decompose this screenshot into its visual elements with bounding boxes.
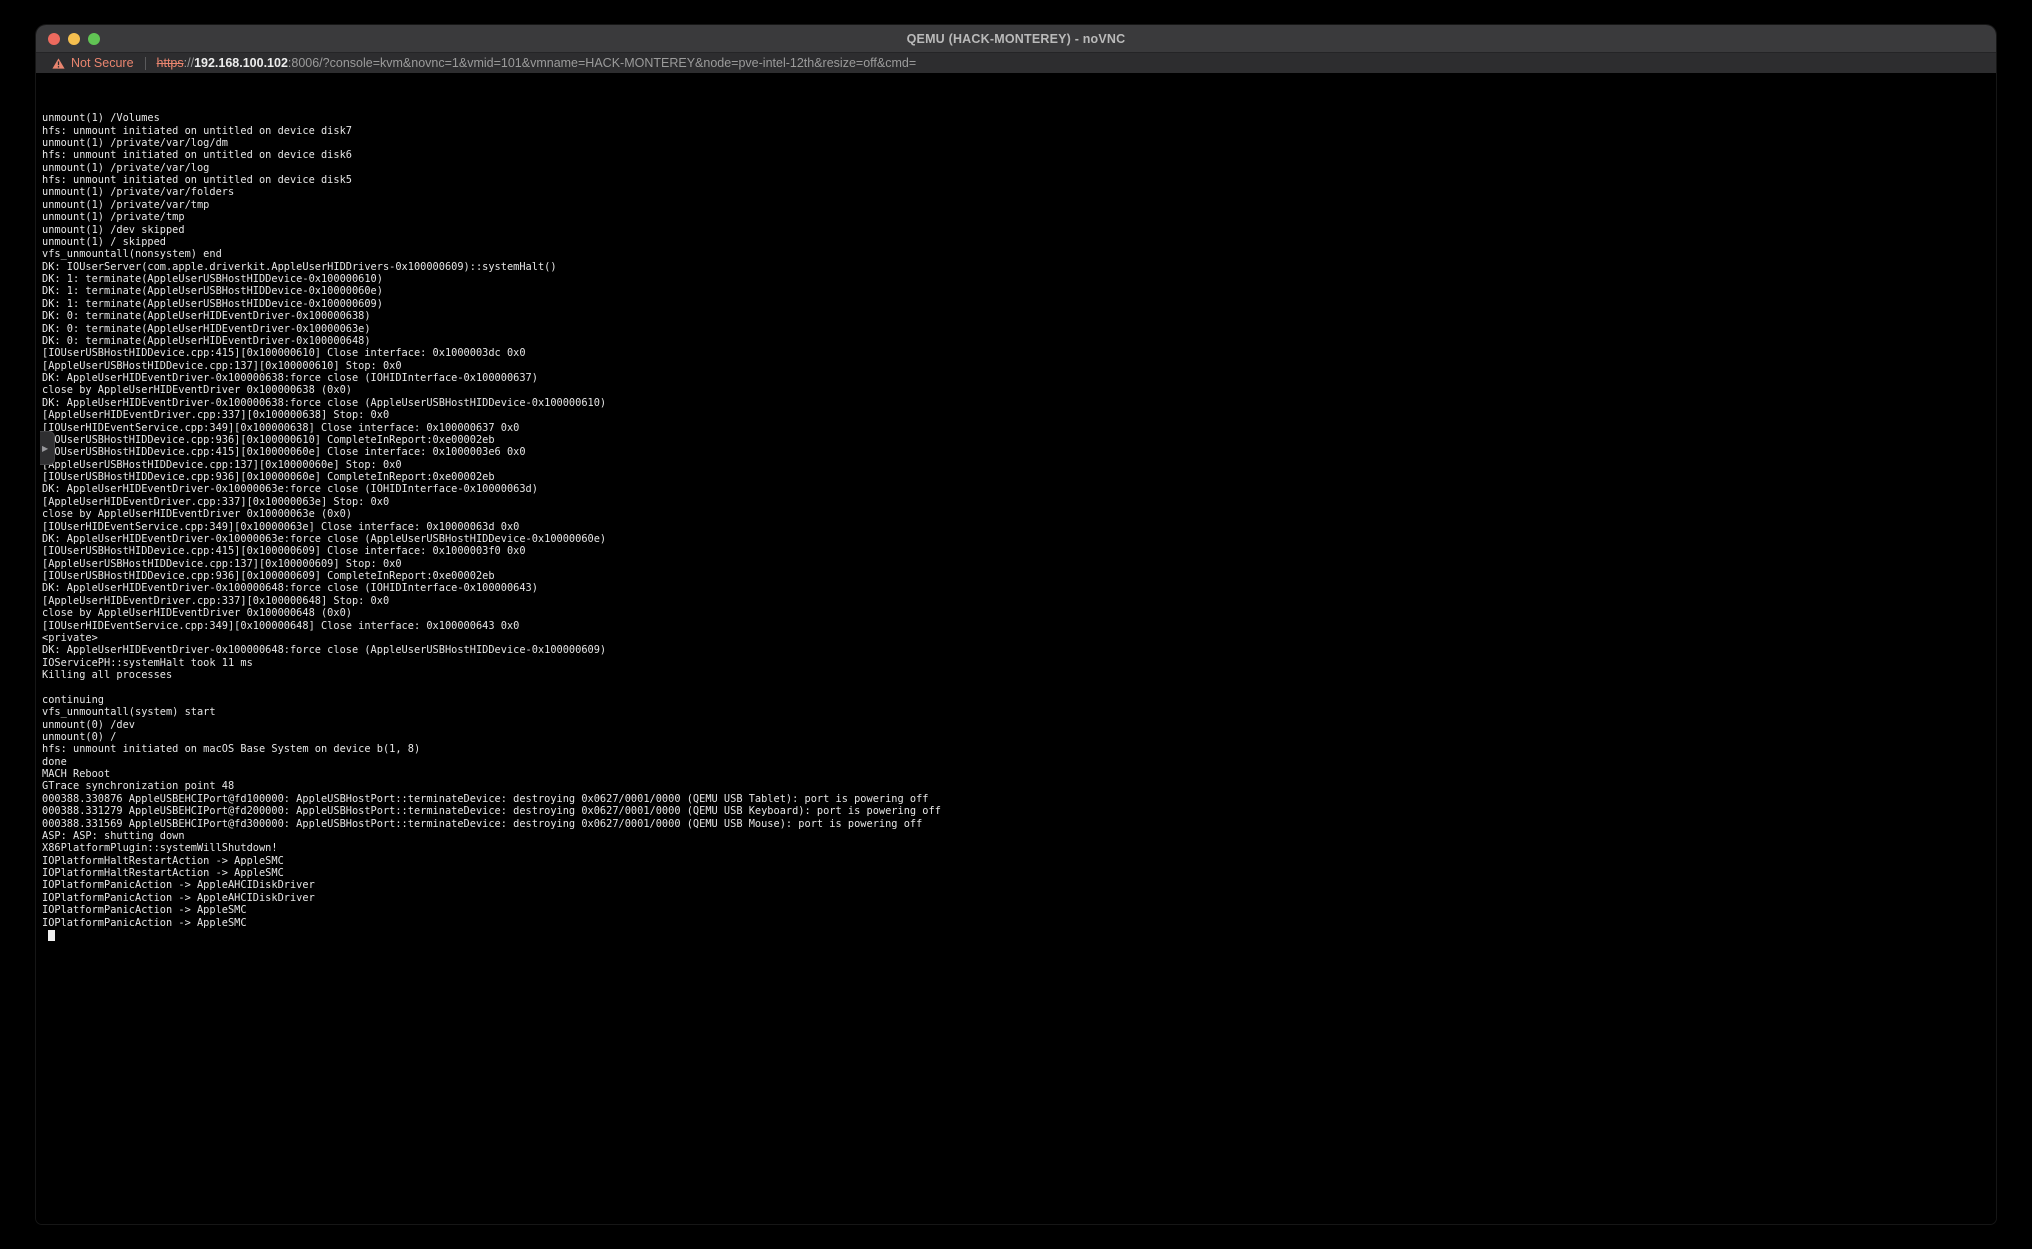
minimize-button[interactable] xyxy=(68,33,80,45)
terminal-line: hfs: unmount initiated on untitled on de… xyxy=(42,125,1996,137)
terminal-line: unmount(1) /private/var/log/dm xyxy=(42,137,1996,149)
terminal-line: [IOUserHIDEventService.cpp:349][0x100000… xyxy=(42,422,1996,434)
terminal-line: 000388.331569 AppleUSBEHCIPort@fd300000:… xyxy=(42,818,1996,830)
url-separator: :// xyxy=(184,56,194,70)
url-path: :8006/?console=kvm&novnc=1&vmid=101&vmna… xyxy=(288,56,916,70)
terminal-line: DK: 1: terminate(AppleUserUSBHostHIDDevi… xyxy=(42,285,1996,297)
title-bar: QEMU (HACK-MONTEREY) - noVNC xyxy=(36,25,1996,52)
terminal-line: [IOUserUSBHostHIDDevice.cpp:415][0x10000… xyxy=(42,545,1996,557)
terminal-line: DK: IOUserServer(com.apple.driverkit.App… xyxy=(42,261,1996,273)
url-scheme: https xyxy=(157,56,184,70)
terminal-line: unmount(1) /Volumes xyxy=(42,112,1996,124)
terminal-line: DK: 0: terminate(AppleUserHIDEventDriver… xyxy=(42,323,1996,335)
terminal-line: hfs: unmount initiated on macOS Base Sys… xyxy=(42,743,1996,755)
traffic-lights xyxy=(36,33,100,45)
terminal-line: [AppleUserUSBHostHIDDevice.cpp:137][0x10… xyxy=(42,459,1996,471)
address-bar: Not Secure https :// 192.168.100.102 :80… xyxy=(36,52,1996,73)
terminal-line: [IOUserUSBHostHIDDevice.cpp:936][0x10000… xyxy=(42,471,1996,483)
terminal-line: close by AppleUserHIDEventDriver 0x10000… xyxy=(42,607,1996,619)
terminal-line: [AppleUserHIDEventDriver.cpp:337][0x1000… xyxy=(42,595,1996,607)
terminal-line: close by AppleUserHIDEventDriver 0x10000… xyxy=(42,508,1996,520)
terminal-line: unmount(0) /dev xyxy=(42,719,1996,731)
terminal-line: unmount(1) /private/var/log xyxy=(42,162,1996,174)
terminal-line: [IOUserUSBHostHIDDevice.cpp:936][0x10000… xyxy=(42,434,1996,446)
terminal-line: IOPlatformHaltRestartAction -> AppleSMC xyxy=(42,855,1996,867)
terminal-line: unmount(1) /private/tmp xyxy=(42,211,1996,223)
not-secure-label[interactable]: Not Secure xyxy=(71,56,134,70)
terminal-line: IOPlatformHaltRestartAction -> AppleSMC xyxy=(42,867,1996,879)
terminal-line: [IOUserUSBHostHIDDevice.cpp:415][0x10000… xyxy=(42,446,1996,458)
terminal-line: unmount(1) /dev skipped xyxy=(42,224,1996,236)
terminal-line: hfs: unmount initiated on untitled on de… xyxy=(42,149,1996,161)
chevron-right-icon: ▶ xyxy=(42,444,48,453)
terminal-cursor xyxy=(48,930,55,941)
terminal-line: MACH Reboot xyxy=(42,768,1996,780)
terminal-line: GTrace synchronization point 48 xyxy=(42,780,1996,792)
terminal-line: done xyxy=(42,756,1996,768)
novnc-control-bar-handle[interactable]: ▶ xyxy=(40,431,55,465)
terminal-line: hfs: unmount initiated on untitled on de… xyxy=(42,174,1996,186)
terminal-line: DK: AppleUserHIDEventDriver-0x10000063e:… xyxy=(42,483,1996,495)
terminal-line: continuing xyxy=(42,694,1996,706)
terminal-line: DK: AppleUserHIDEventDriver-0x100000638:… xyxy=(42,397,1996,409)
terminal-line: [IOUserHIDEventService.cpp:349][0x100000… xyxy=(42,620,1996,632)
terminal-line: [IOUserUSBHostHIDDevice.cpp:936][0x10000… xyxy=(42,570,1996,582)
terminal-line: [IOUserHIDEventService.cpp:349][0x100000… xyxy=(42,521,1996,533)
terminal-line: [AppleUserHIDEventDriver.cpp:337][0x1000… xyxy=(42,409,1996,421)
terminal-line: DK: 0: terminate(AppleUserHIDEventDriver… xyxy=(42,310,1996,322)
terminal-line: 000388.331279 AppleUSBEHCIPort@fd200000:… xyxy=(42,805,1996,817)
url-field[interactable]: https :// 192.168.100.102 :8006/?console… xyxy=(157,56,917,70)
terminal-line: vfs_unmountall(system) start xyxy=(42,706,1996,718)
terminal-line: unmount(1) /private/var/tmp xyxy=(42,199,1996,211)
browser-window: QEMU (HACK-MONTEREY) - noVNC Not Secure … xyxy=(36,25,1996,1224)
terminal-line: IOServicePH::systemHalt took 11 ms xyxy=(42,657,1996,669)
terminal-line: IOPlatformPanicAction -> AppleSMC xyxy=(42,917,1996,929)
terminal-line: [AppleUserUSBHostHIDDevice.cpp:137][0x10… xyxy=(42,558,1996,570)
terminal-line: unmount(1) /private/var/folders xyxy=(42,186,1996,198)
terminal-line: [AppleUserHIDEventDriver.cpp:337][0x1000… xyxy=(42,496,1996,508)
terminal-line: Killing all processes xyxy=(42,669,1996,681)
terminal-line: <private> xyxy=(42,632,1996,644)
terminal-line: IOPlatformPanicAction -> AppleAHCIDiskDr… xyxy=(42,892,1996,904)
terminal-line: unmount(1) / skipped xyxy=(42,236,1996,248)
terminal-line: [AppleUserUSBHostHIDDevice.cpp:137][0x10… xyxy=(42,360,1996,372)
close-button[interactable] xyxy=(48,33,60,45)
terminal-line: DK: AppleUserHIDEventDriver-0x100000648:… xyxy=(42,644,1996,656)
terminal-line: IOPlatformPanicAction -> AppleAHCIDiskDr… xyxy=(42,879,1996,891)
terminal-output: unmount(1) /Volumeshfs: unmount initiate… xyxy=(36,73,1996,966)
terminal-line: ASP: ASP: shutting down xyxy=(42,830,1996,842)
warning-icon[interactable] xyxy=(52,58,65,69)
terminal-line: vfs_unmountall(nonsystem) end xyxy=(42,248,1996,260)
terminal-line: DK: AppleUserHIDEventDriver-0x100000648:… xyxy=(42,582,1996,594)
terminal-line: close by AppleUserHIDEventDriver 0x10000… xyxy=(42,384,1996,396)
vnc-viewport[interactable]: unmount(1) /Volumeshfs: unmount initiate… xyxy=(36,73,1996,1224)
terminal-line: DK: 0: terminate(AppleUserHIDEventDriver… xyxy=(42,335,1996,347)
terminal-line: DK: AppleUserHIDEventDriver-0x100000638:… xyxy=(42,372,1996,384)
zoom-button[interactable] xyxy=(88,33,100,45)
terminal-line: DK: 1: terminate(AppleUserUSBHostHIDDevi… xyxy=(42,273,1996,285)
terminal-line: DK: 1: terminate(AppleUserUSBHostHIDDevi… xyxy=(42,298,1996,310)
address-divider xyxy=(145,57,146,70)
terminal-line: DK: AppleUserHIDEventDriver-0x10000063e:… xyxy=(42,533,1996,545)
terminal-line: unmount(0) / xyxy=(42,731,1996,743)
terminal-line xyxy=(42,681,1996,693)
terminal-line: [IOUserUSBHostHIDDevice.cpp:415][0x10000… xyxy=(42,347,1996,359)
url-host: 192.168.100.102 xyxy=(194,56,288,70)
terminal-line: 000388.330876 AppleUSBEHCIPort@fd100000:… xyxy=(42,793,1996,805)
window-title: QEMU (HACK-MONTEREY) - noVNC xyxy=(36,25,1996,52)
terminal-line: X86PlatformPlugin::systemWillShutdown! xyxy=(42,842,1996,854)
terminal-line: IOPlatformPanicAction -> AppleSMC xyxy=(42,904,1996,916)
